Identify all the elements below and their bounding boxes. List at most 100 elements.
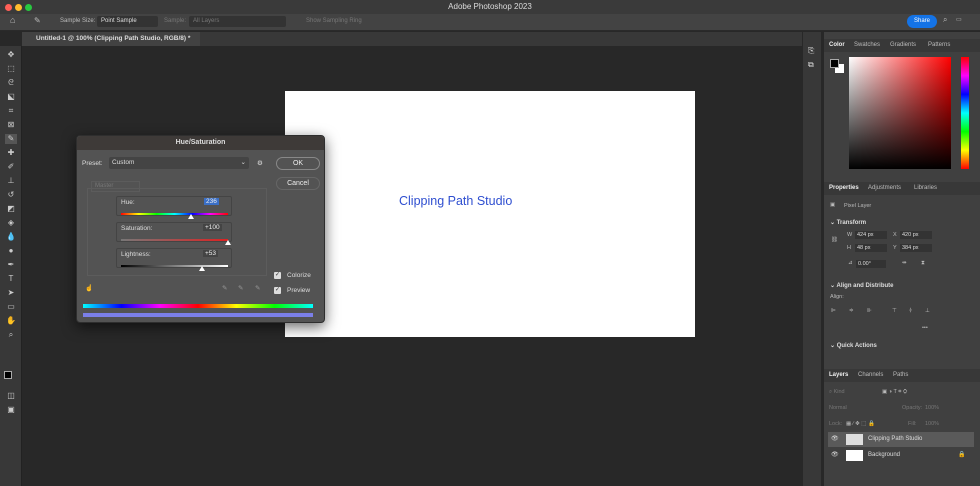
hue-input[interactable]: 236 [204,198,219,205]
targeted-adjustment-hand-icon[interactable]: ☝ [85,284,93,292]
lock-icons[interactable]: ▦ ∕ ✥ ⬚ 🔒 [846,421,875,427]
preset-select[interactable]: Custom ⌄ [109,157,249,169]
color-foreground-swatch[interactable] [830,59,839,68]
color-field[interactable] [849,57,951,169]
clone-stamp-tool-icon[interactable]: ⊥ [5,176,17,186]
align-middle-icon[interactable]: ⫩ [909,308,912,315]
y-input[interactable]: 384 px [900,244,932,252]
tab-layers[interactable]: Layers [829,372,848,378]
lightness-slider-thumb[interactable] [199,266,205,271]
tab-properties[interactable]: Properties [829,185,859,191]
fill-input[interactable]: 100% [925,421,939,427]
eraser-tool-icon[interactable]: ◩ [5,204,17,214]
workspace-icon[interactable]: ▭ [956,16,962,23]
angle-input[interactable]: 0.00° [856,260,886,268]
eyedropper-add-icon[interactable]: ✎ [238,284,243,292]
visibility-eye-icon[interactable]: 👁 [831,448,839,463]
x-input[interactable]: 420 px [900,231,932,239]
type-tool-icon[interactable]: T [5,274,17,284]
object-selection-tool-icon[interactable]: ⬕ [5,92,17,102]
tab-gradients[interactable]: Gradients [890,42,916,48]
flip-vertical-icon[interactable]: ⧗ [921,260,925,267]
hue-strip[interactable] [961,57,969,169]
search-icon[interactable]: ⌕ [943,15,947,25]
paint-bucket-tool-icon[interactable]: ◈ [5,218,17,228]
more-options-button[interactable]: ••• [922,325,928,331]
layer-thumbnail [846,450,863,461]
sample-size-select[interactable]: Point Sample [97,16,158,27]
quick-mask-icon[interactable]: ◫ [5,391,17,401]
align-left-icon[interactable]: ⊫ [831,308,836,314]
rectangle-tool-icon[interactable]: ▭ [5,302,17,312]
layer-row[interactable]: 👁 Background 🔒 [828,448,974,463]
flip-horizontal-icon[interactable]: ⇹ [902,260,907,266]
pen-tool-icon[interactable]: ✒ [5,260,17,270]
healing-brush-tool-icon[interactable]: ✚ [5,148,17,158]
eyedropper-icon[interactable]: ✎ [222,284,227,292]
layer-filter-kind[interactable]: ⌕ Kind [829,389,845,396]
dodge-tool-icon[interactable]: ● [5,246,17,256]
tab-paths[interactable]: Paths [893,372,908,378]
eyedropper-tool-icon[interactable]: ✎ [34,16,41,25]
saturation-input[interactable]: +100 [203,224,222,231]
transform-section-title[interactable]: ⌄ Transform [830,219,866,226]
tab-libraries[interactable]: Libraries [914,185,937,191]
align-top-icon[interactable]: ⊤ [892,308,897,314]
screen-mode-icon[interactable]: ▣ [5,405,17,415]
cancel-button[interactable]: Cancel [276,177,320,190]
lasso-tool-icon[interactable]: ᘓ [5,78,17,88]
hand-tool-icon[interactable]: ✋ [5,316,17,326]
width-input[interactable]: 424 px [855,231,887,239]
tab-channels[interactable]: Channels [858,372,883,378]
history-brush-tool-icon[interactable]: ↺ [5,190,17,200]
lightness-slider[interactable] [121,265,228,267]
sample-select[interactable]: All Layers [189,16,286,27]
zoom-window-button[interactable] [25,4,32,11]
document-tab[interactable]: Untitled-1 @ 100% (Clipping Path Studio,… [22,32,200,46]
brush-tool-icon[interactable]: ✐ [5,162,17,172]
layer-row[interactable]: 👁 Clipping Path Studio [828,432,974,447]
tab-color[interactable]: Color [829,42,845,48]
saturation-slider[interactable] [121,239,228,241]
frame-tool-icon[interactable]: ⊠ [5,120,17,130]
blend-mode-select[interactable]: Normal [829,405,847,411]
tab-adjustments[interactable]: Adjustments [868,185,901,191]
blur-tool-icon[interactable]: 💧 [5,232,17,242]
foreground-color-swatch[interactable] [4,371,12,379]
hue-slider[interactable] [121,213,228,215]
document-canvas[interactable]: Clipping Path Studio [285,91,695,337]
home-icon[interactable]: ⌂ [10,15,15,25]
share-button[interactable]: Share [907,15,937,28]
quick-actions-section-title[interactable]: ⌄ Quick Actions [830,342,877,349]
hue-slider-thumb[interactable] [188,214,194,219]
visibility-eye-icon[interactable]: 👁 [831,432,839,447]
layer-filter-icons[interactable]: ▣ ◑ T ⌗ ⛭ [882,389,907,396]
path-selection-tool-icon[interactable]: ➤ [5,288,17,298]
close-window-button[interactable] [5,4,12,11]
align-right-icon[interactable]: ⊪ [867,308,872,314]
align-center-icon[interactable]: ≑ [849,308,854,314]
crop-tool-icon[interactable]: ⌗ [5,106,17,116]
eyedropper-tool-icon[interactable]: ✎ [5,134,17,144]
saturation-slider-thumb[interactable] [225,240,231,245]
link-dimensions-icon[interactable]: ⛓ [831,237,838,243]
zoom-tool-icon[interactable]: ⌕ [5,330,17,340]
show-sampling-ring-checkbox[interactable]: Show Sampling Ring [306,18,362,24]
align-section-title[interactable]: ⌄ Align and Distribute [830,282,893,289]
colorize-checkbox[interactable]: ✓ [274,272,281,279]
lightness-input[interactable]: +53 [203,250,219,257]
history-panel-icon[interactable]: ⎘ [808,46,814,56]
marquee-tool-icon[interactable]: ⬚ [5,64,17,74]
opacity-input[interactable]: 100% [925,405,939,411]
minimize-window-button[interactable] [15,4,22,11]
align-bottom-icon[interactable]: ⊥ [925,308,930,314]
move-tool-icon[interactable]: ✥ [5,50,17,60]
height-input[interactable]: 48 px [855,244,887,252]
eyedropper-subtract-icon[interactable]: ✎ [255,284,260,292]
tab-patterns[interactable]: Patterns [928,42,950,48]
properties-panel-icon[interactable]: ⧉ [808,60,814,70]
preset-options-gear-icon[interactable]: ⚙ [257,159,263,167]
tab-swatches[interactable]: Swatches [854,42,880,48]
ok-button[interactable]: OK [276,157,320,170]
preview-checkbox[interactable]: ✓ [274,287,281,294]
